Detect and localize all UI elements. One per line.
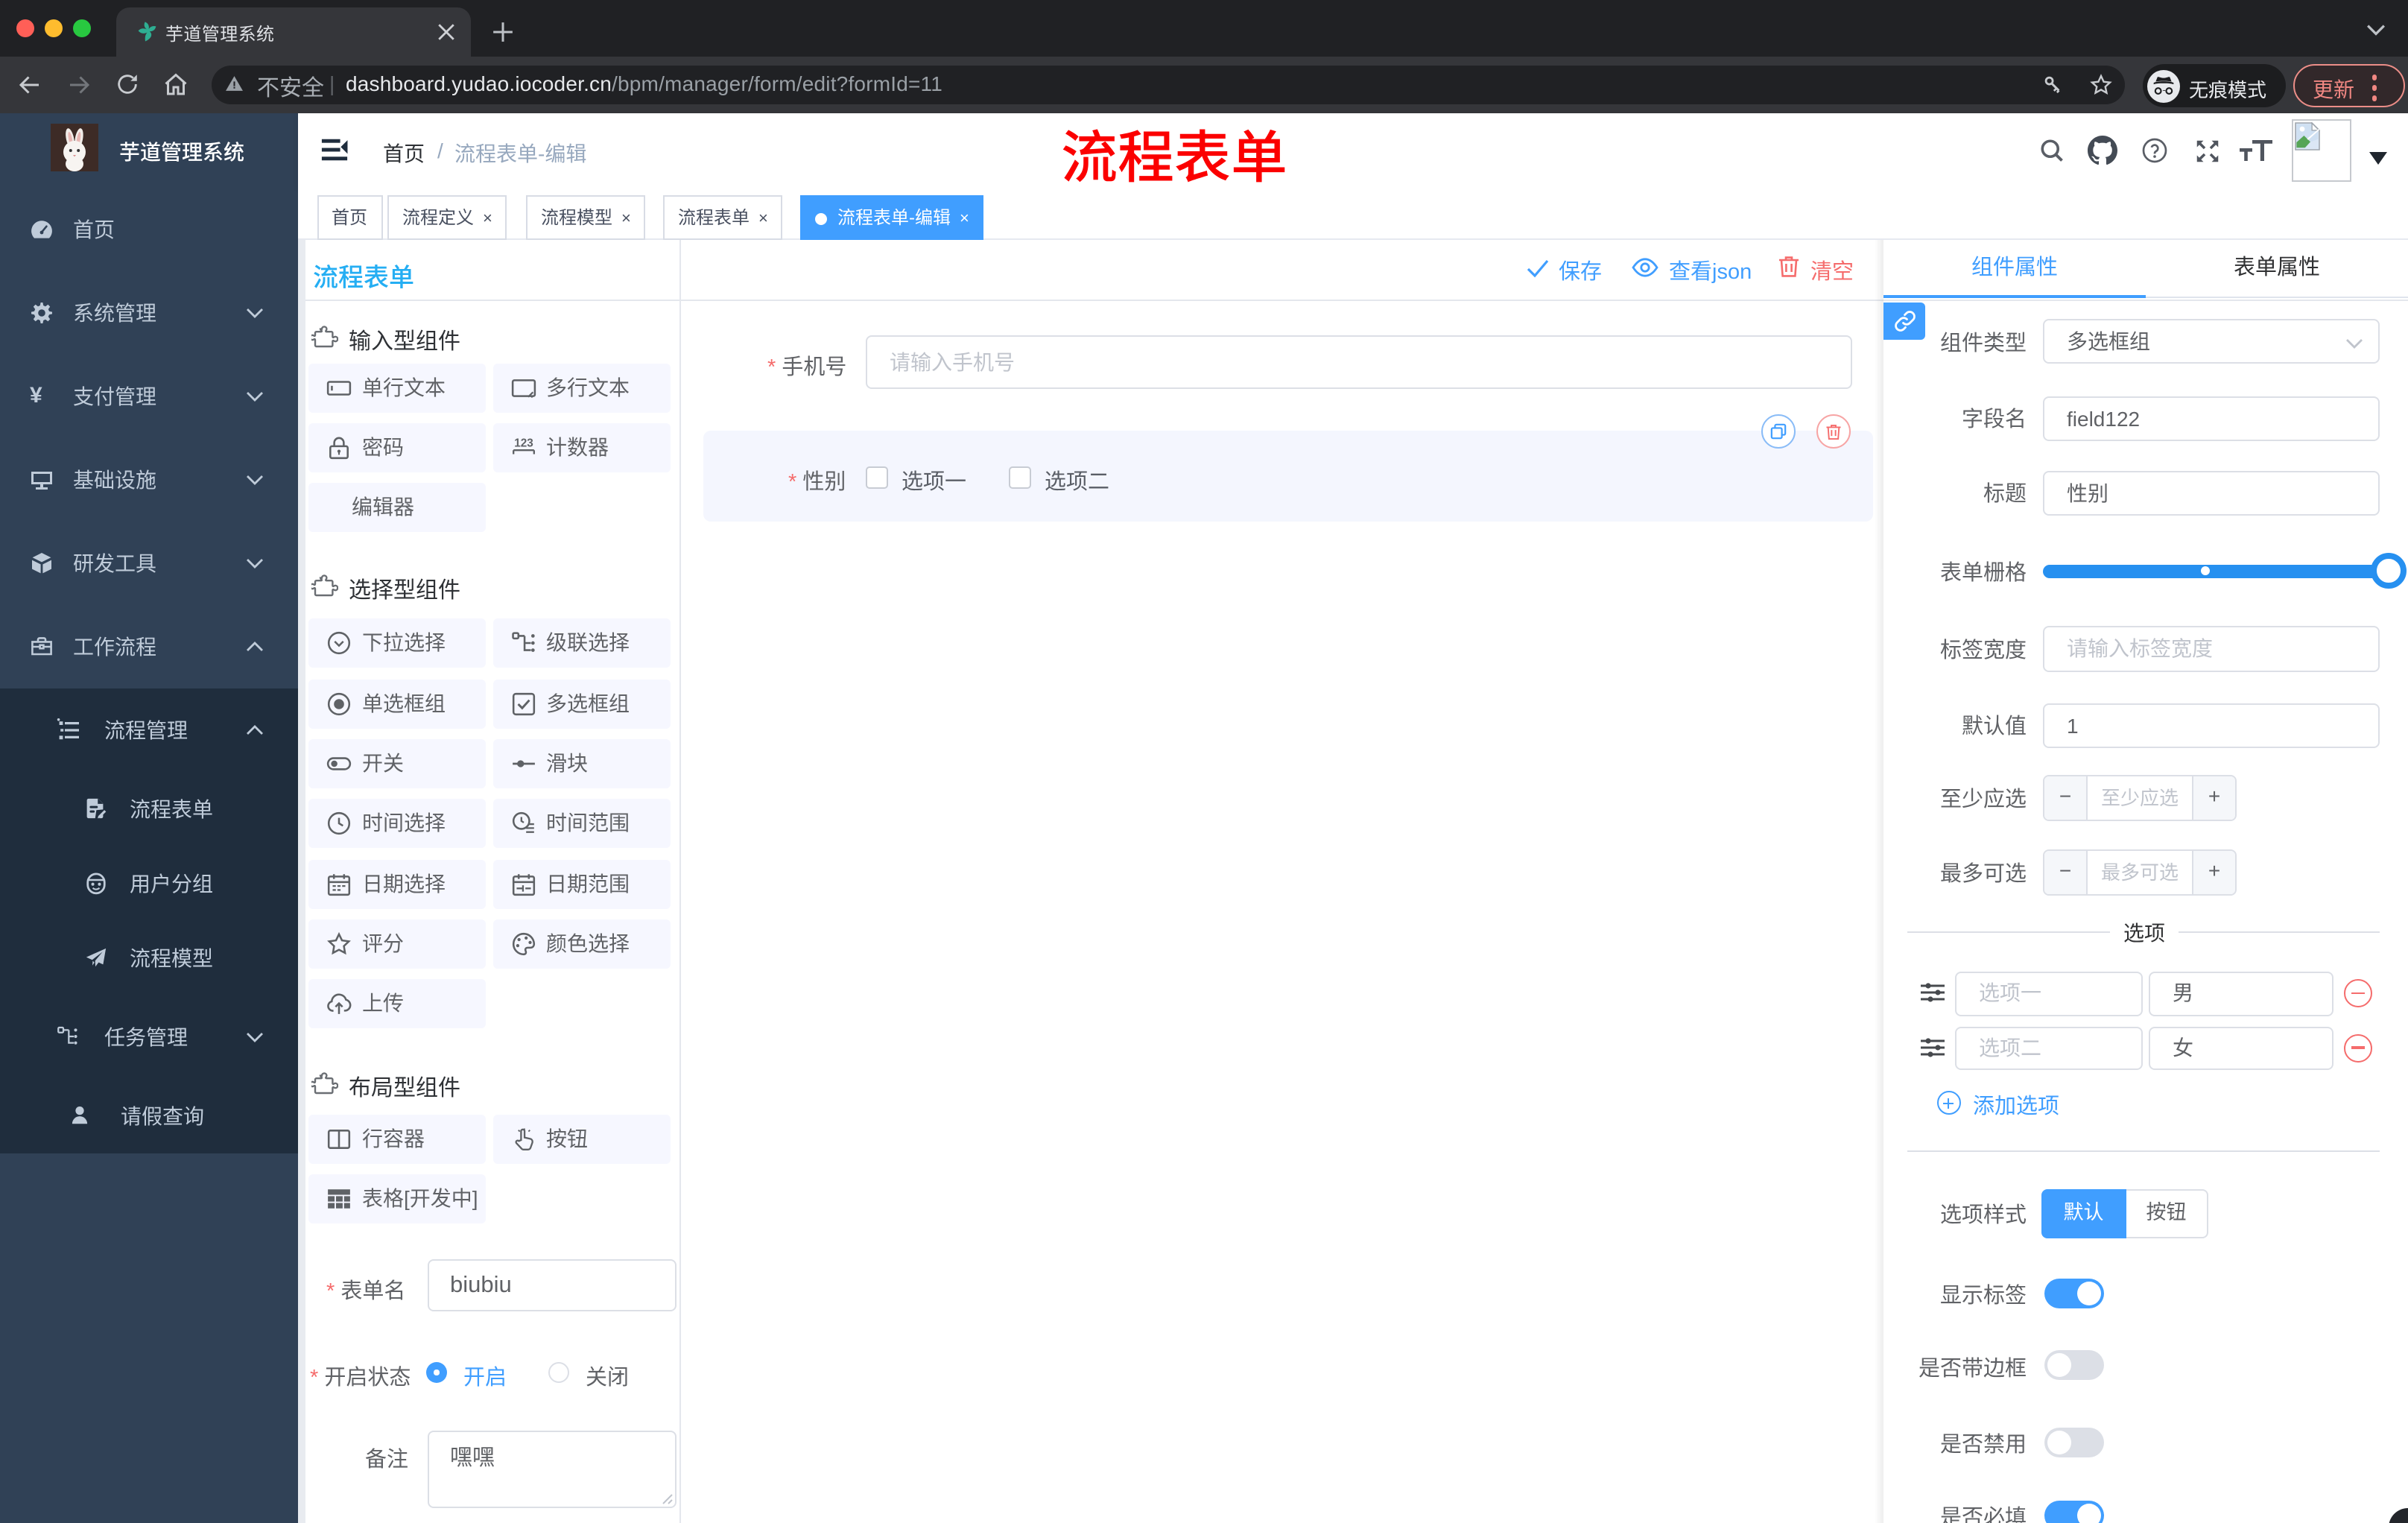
svg-text:123: 123: [513, 437, 533, 449]
